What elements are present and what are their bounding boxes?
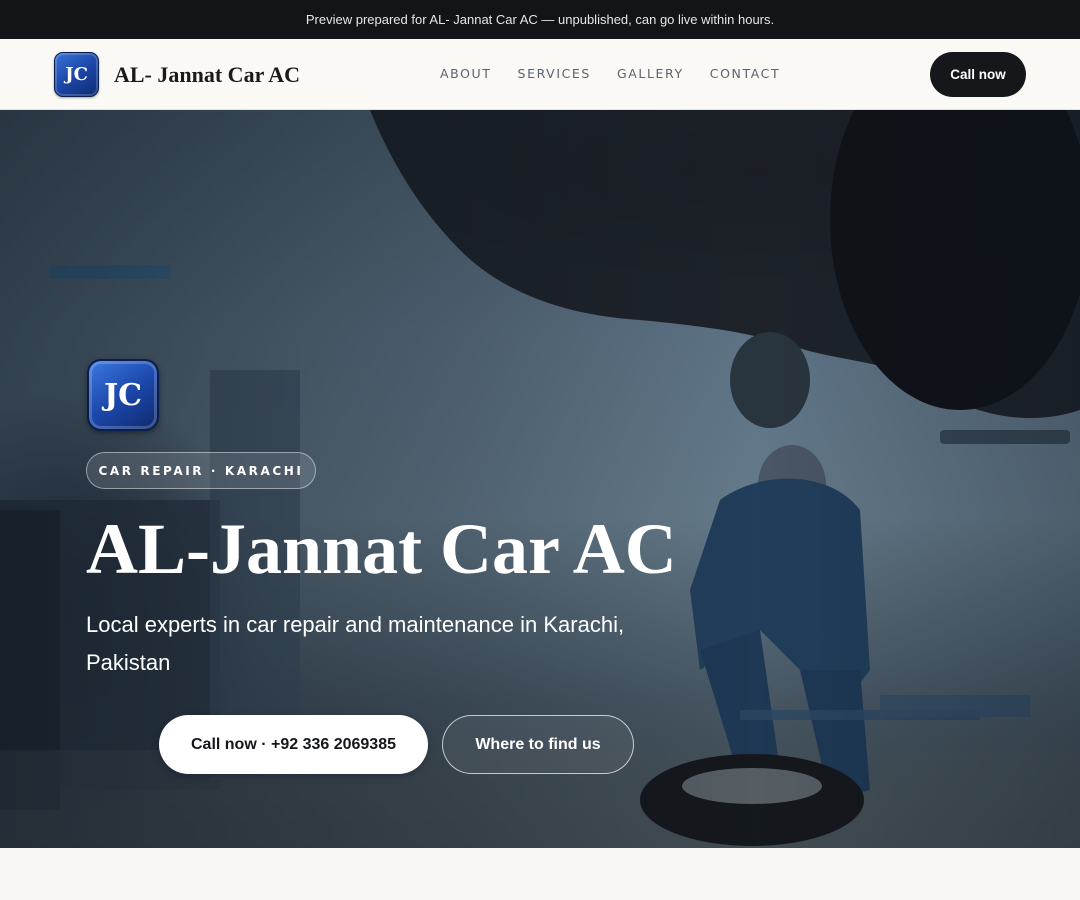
brand-logo-initials: JC [65,64,88,85]
hero-section: JC CAR REPAIR · KARACHI AL-Jannat Car AC… [0,110,1080,848]
hero-call-button[interactable]: Call now · +92 336 2069385 [159,715,428,774]
hero-logo-initials: JC [103,377,143,413]
brand-logo[interactable]: JC [54,52,99,97]
hero-title: AL-Jannat Car AC [86,509,677,589]
hero-category-tag: CAR REPAIR · KARACHI [86,452,316,489]
nav-link-gallery[interactable]: GALLERY [617,66,684,82]
preview-banner: Preview prepared for AL- Jannat Car AC —… [0,0,1080,39]
hero-subtitle: Local experts in car repair and maintena… [86,612,625,675]
nav-link-contact[interactable]: CONTACT [710,66,780,82]
site-header: JC AL- Jannat Car AC ABOUT SERVICES GALL… [0,39,1080,110]
header-call-button[interactable]: Call now [930,52,1026,97]
nav-link-about[interactable]: ABOUT [440,66,492,82]
brand-name[interactable]: AL- Jannat Car AC [114,61,300,89]
hero-location-button[interactable]: Where to find us [442,715,634,774]
hero-logo: JC [87,359,159,431]
nav-link-services[interactable]: SERVICES [518,66,591,82]
main-nav: ABOUT SERVICES GALLERY CONTACT [440,66,780,82]
preview-banner-text: Preview prepared for AL- Jannat Car AC —… [305,12,775,27]
